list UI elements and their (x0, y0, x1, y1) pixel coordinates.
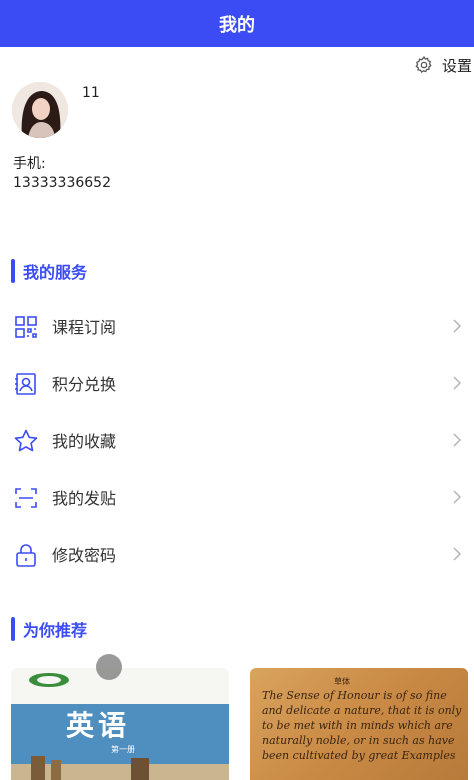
floating-drag-handle[interactable] (96, 654, 122, 680)
card-script-text: The Sense of Honour is of so fine and de… (262, 689, 462, 762)
chevron-right-icon (453, 319, 462, 333)
menu-item-label: 修改密码 (52, 546, 117, 565)
publisher-logo (29, 673, 69, 687)
menu-item-label: 我的收藏 (52, 432, 117, 451)
gear-icon (415, 56, 432, 73)
recommend-card-calligraphy[interactable]: 草体 The Sense of Honour is of so fine and… (250, 668, 468, 780)
services-section-title: 我的服务 (11, 259, 87, 283)
recommend-section-title: 为你推荐 (11, 617, 87, 641)
settings-button[interactable]: 设置 (414, 52, 474, 78)
id-card-icon (15, 373, 36, 395)
chevron-right-icon (453, 547, 462, 561)
chevron-right-icon (453, 490, 462, 504)
recommend-title: 为你推荐 (23, 621, 88, 640)
star-icon (14, 429, 38, 452)
menu-item-change-password[interactable]: 修改密码 (0, 534, 474, 574)
top-bar: 我的 (0, 0, 474, 47)
menu-item-points-exchange[interactable]: 积分兑换 (0, 363, 474, 403)
card-heading: 草体 (334, 677, 350, 686)
menu-item-my-posts[interactable]: 我的发贴 (0, 477, 474, 517)
avatar-image (12, 82, 68, 138)
card-book-title: 英语 (66, 709, 131, 742)
chevron-right-icon (453, 433, 462, 447)
settings-label: 设置 (441, 56, 472, 75)
username: 11 (82, 85, 100, 101)
menu-item-label: 我的发贴 (52, 489, 117, 508)
chevron-right-icon (453, 376, 462, 390)
scan-frame-icon (15, 488, 37, 508)
page-title: 我的 (219, 14, 255, 36)
grid-icon (15, 316, 37, 338)
phone-number: 13333336652 (13, 175, 111, 191)
menu-item-favorites[interactable]: 我的收藏 (0, 420, 474, 460)
section-accent-bar (11, 617, 15, 641)
cover-illustration (11, 756, 229, 780)
menu-item-label: 课程订阅 (52, 318, 117, 337)
services-title: 我的服务 (23, 263, 88, 282)
recommend-card-english[interactable]: 英语 第一册 (11, 668, 229, 780)
menu-item-label: 积分兑换 (52, 375, 117, 394)
phone-label: 手机: (13, 156, 46, 172)
menu-item-course-subscription[interactable]: 课程订阅 (0, 306, 474, 346)
avatar[interactable] (12, 82, 68, 138)
section-accent-bar (11, 259, 15, 283)
lock-icon (16, 544, 36, 567)
